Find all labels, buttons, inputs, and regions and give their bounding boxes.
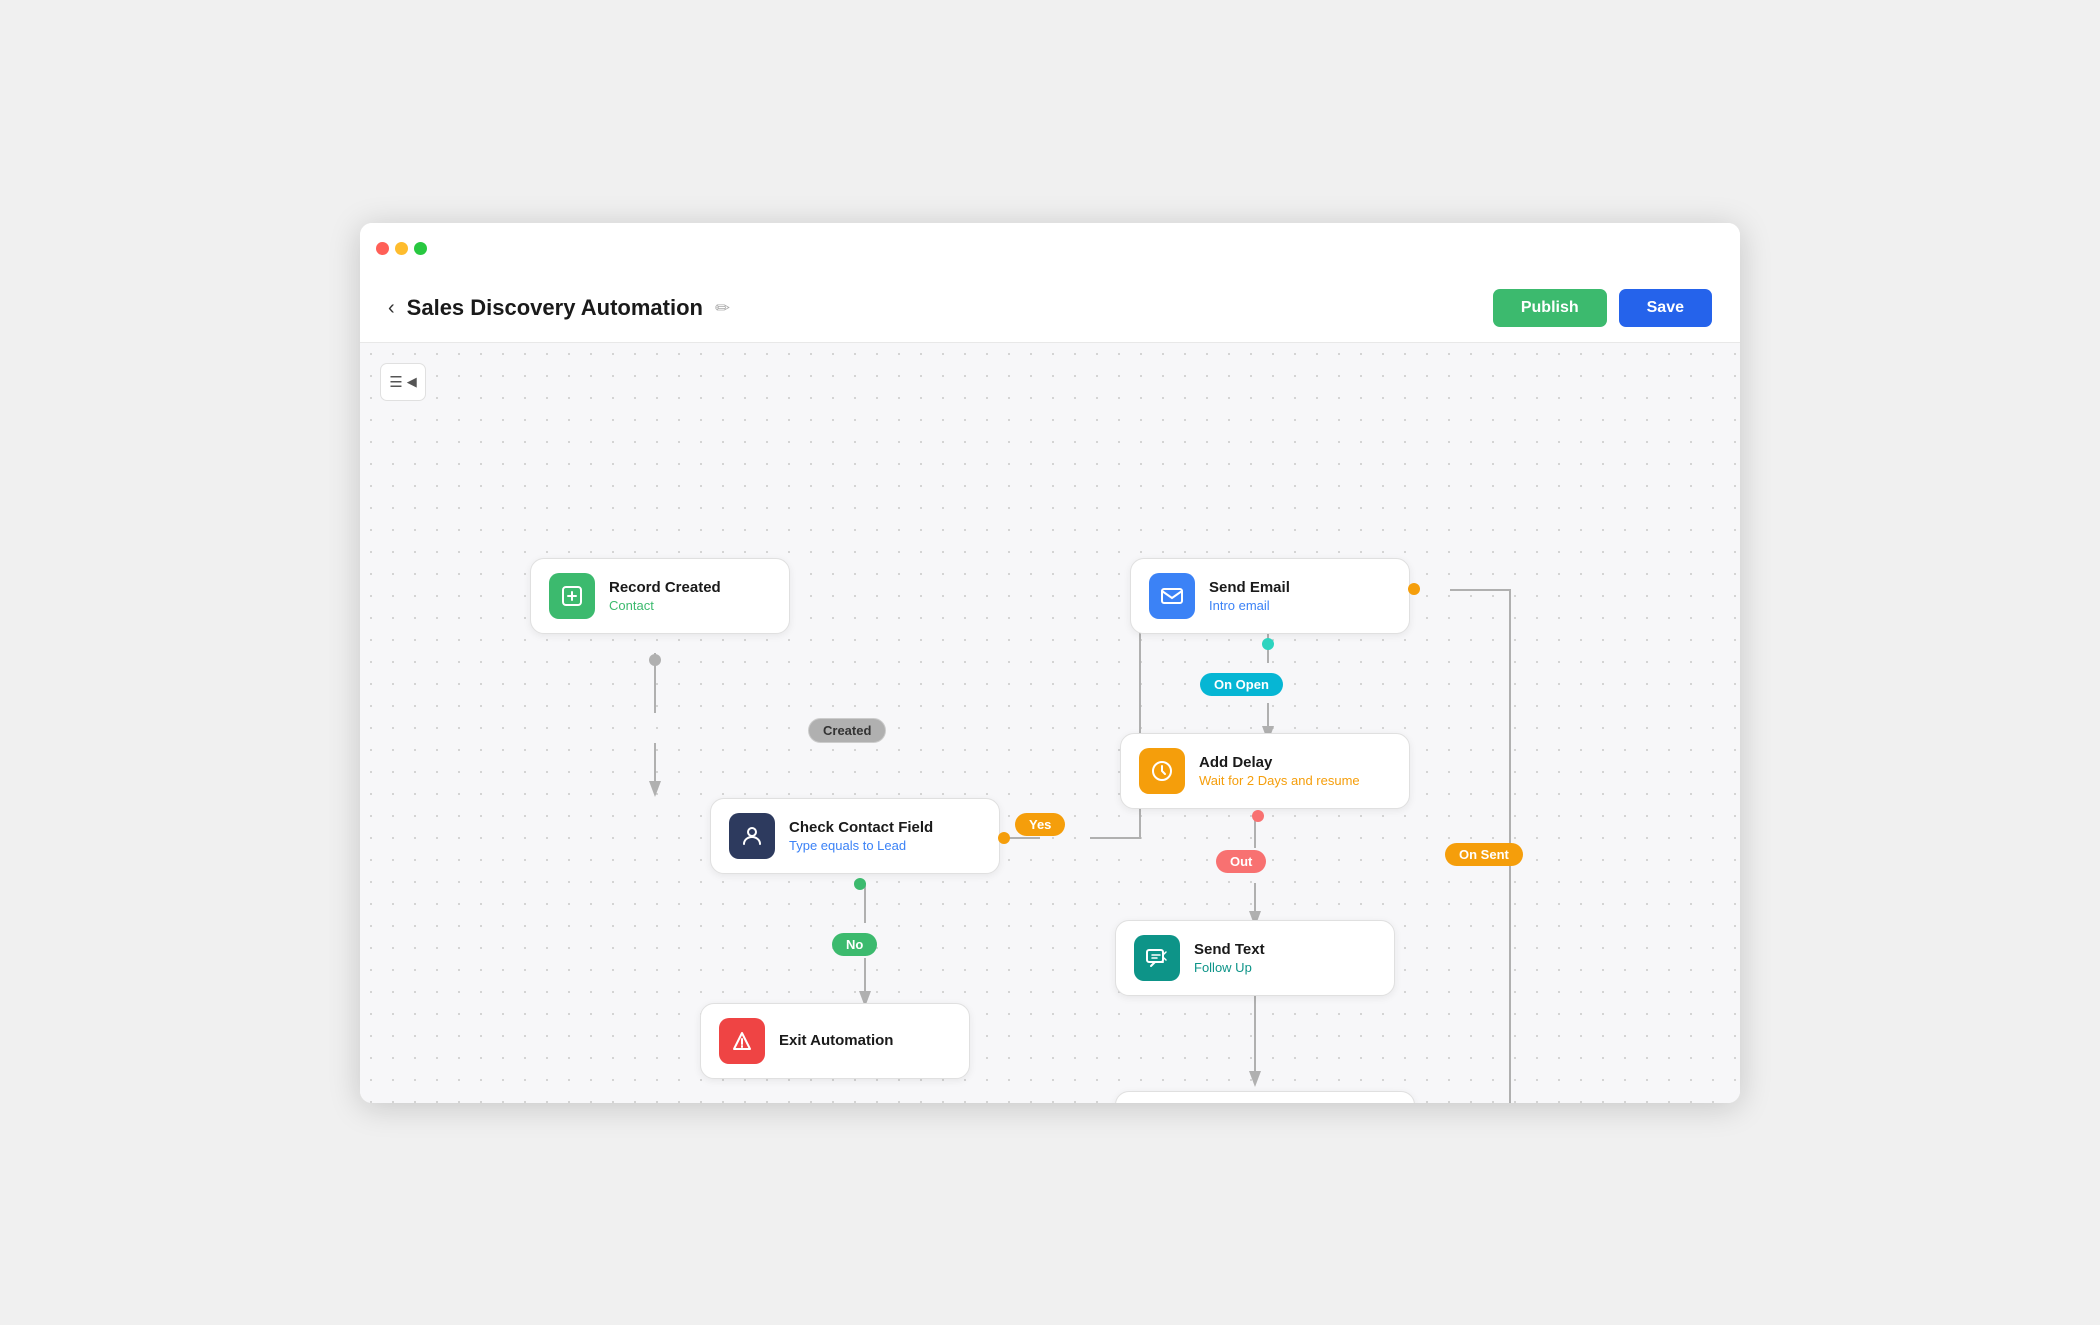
fullscreen-button[interactable] [414, 242, 427, 255]
send-text-node[interactable]: Send Text Follow Up [1115, 920, 1395, 996]
send-email-info: Send Email Intro email [1209, 579, 1290, 613]
connectors-svg [360, 343, 1740, 1103]
add-delay-node[interactable]: Add Delay Wait for 2 Days and resume [1120, 733, 1410, 809]
dot-check-contact-right [998, 832, 1010, 844]
header: ‹ Sales Discovery Automation ✏ Publish S… [360, 275, 1740, 343]
send-email-subtitle: Intro email [1209, 598, 1290, 613]
edit-icon[interactable]: ✏ [715, 298, 730, 319]
check-contact-node[interactable]: Check Contact Field Type equals to Lead [710, 798, 1000, 874]
send-email-title: Send Email [1209, 579, 1290, 596]
created-label: Created [808, 718, 886, 743]
send-email-icon [1149, 573, 1195, 619]
check-contact-icon [729, 813, 775, 859]
dot-record-created-bottom [649, 654, 661, 666]
activity-create-node[interactable]: Activity Create Sales Discovery Call [1115, 1091, 1415, 1103]
add-delay-icon [1139, 748, 1185, 794]
dot-add-delay-bottom [1252, 810, 1264, 822]
add-delay-info: Add Delay Wait for 2 Days and resume [1199, 754, 1360, 788]
yes-label: Yes [1015, 813, 1065, 836]
send-text-title: Send Text [1194, 941, 1265, 958]
no-label: No [832, 933, 877, 956]
record-created-node[interactable]: Record Created Contact [530, 558, 790, 634]
record-created-title: Record Created [609, 579, 721, 596]
save-button[interactable]: Save [1619, 289, 1712, 327]
check-contact-subtitle: Type equals to Lead [789, 838, 933, 853]
publish-button[interactable]: Publish [1493, 289, 1607, 327]
on-sent-label: On Sent [1445, 843, 1523, 866]
dot-send-email-bottom [1262, 638, 1274, 650]
add-delay-subtitle: Wait for 2 Days and resume [1199, 773, 1360, 788]
exit-automation-icon [719, 1018, 765, 1064]
add-delay-title: Add Delay [1199, 754, 1360, 771]
traffic-lights [376, 242, 427, 255]
send-text-info: Send Text Follow Up [1194, 941, 1265, 975]
exit-automation-title: Exit Automation [779, 1032, 893, 1049]
exit-automation-info: Exit Automation [779, 1032, 893, 1049]
app-window: ‹ Sales Discovery Automation ✏ Publish S… [360, 223, 1740, 1103]
send-text-subtitle: Follow Up [1194, 960, 1265, 975]
out-label: Out [1216, 850, 1266, 873]
sidebar-toggle[interactable]: ☰ ◀ [380, 363, 426, 401]
check-contact-title: Check Contact Field [789, 819, 933, 836]
canvas-area[interactable]: ☰ ◀ [360, 343, 1740, 1103]
send-text-icon [1134, 935, 1180, 981]
page-title: Sales Discovery Automation [407, 295, 703, 321]
dot-check-contact-bottom [854, 878, 866, 890]
back-button[interactable]: ‹ [388, 297, 395, 320]
on-open-label: On Open [1200, 673, 1283, 696]
chevron-left-icon: ◀ [407, 374, 417, 390]
exit-automation-node[interactable]: Exit Automation [700, 1003, 970, 1079]
title-bar [360, 223, 1740, 275]
record-created-icon [549, 573, 595, 619]
close-button[interactable] [376, 242, 389, 255]
record-created-subtitle: Contact [609, 598, 721, 613]
record-created-info: Record Created Contact [609, 579, 721, 613]
minimize-button[interactable] [395, 242, 408, 255]
check-contact-info: Check Contact Field Type equals to Lead [789, 819, 933, 853]
send-email-node[interactable]: Send Email Intro email [1130, 558, 1410, 634]
hamburger-icon: ☰ [389, 373, 402, 391]
dot-send-email-right [1408, 583, 1420, 595]
